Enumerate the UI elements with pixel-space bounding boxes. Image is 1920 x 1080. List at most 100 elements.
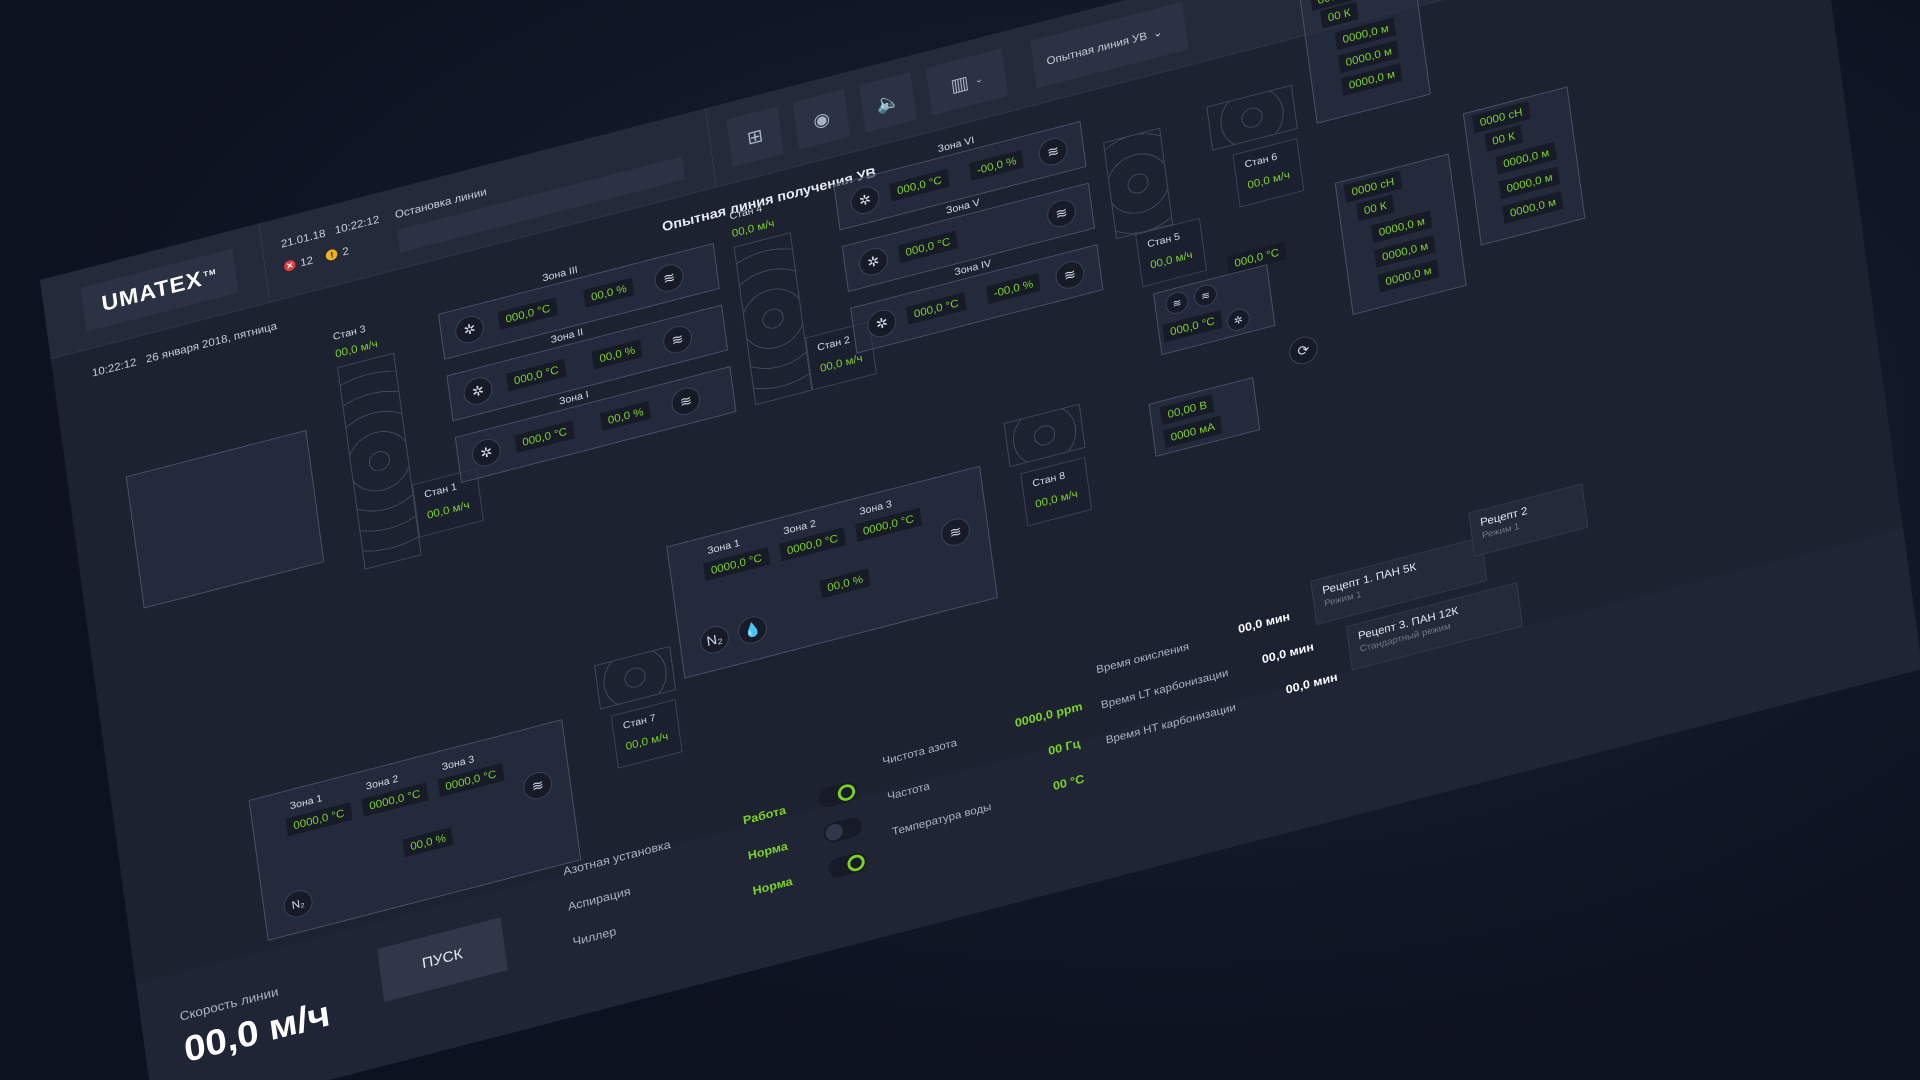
zone-temp: 000,0 °C — [514, 420, 575, 454]
heater-icon[interactable]: ≋ — [1164, 289, 1190, 317]
zone-pct: -00,0 % — [969, 149, 1025, 181]
fan-icon[interactable]: ✲ — [848, 183, 882, 218]
camera-button[interactable]: ◉ — [792, 89, 851, 150]
warning-icon: ! — [325, 248, 339, 262]
winder-top[interactable]: 0000 сН 00 К 0000,0 м 0000,0 м 0000,0 м — [1298, 0, 1431, 124]
sound-button[interactable]: 🔈 — [859, 71, 917, 133]
heater-icon[interactable]: ≋ — [661, 322, 694, 357]
winder-mid[interactable]: 0000 сН 00 К 0000,0 м 0000,0 м 0000,0 м — [1334, 153, 1467, 315]
logo: UMATEXTM — [100, 266, 217, 317]
stand-7[interactable]: Стан 7 00,0 м/ч — [610, 699, 683, 769]
nitrogen-icon[interactable]: N₂ — [698, 622, 731, 657]
camera-icon: ◉ — [811, 108, 832, 132]
stand-6[interactable]: Стан 6 00,0 м/ч — [1232, 137, 1305, 208]
heater-icon[interactable]: ≋ — [1053, 258, 1086, 292]
zone-temp: 000,0 °C — [889, 169, 950, 202]
stand-8[interactable]: Стан 8 00,0 м/ч — [1020, 456, 1093, 527]
heater-icon[interactable]: ≋ — [939, 515, 972, 550]
zone-pct: 00,0 % — [600, 400, 652, 432]
fan-icon[interactable]: ✲ — [453, 312, 486, 347]
error-badge[interactable]: ✕ 12 — [283, 254, 314, 274]
window-button[interactable]: ⊞ — [726, 106, 784, 167]
electrolysis-bath[interactable]: 00,00 В 0000 мА — [1148, 377, 1261, 457]
stand-7-label: Стан 7 — [622, 712, 657, 732]
heater-icon[interactable]: ≋ — [653, 261, 686, 295]
window-icon: ⊞ — [745, 125, 765, 149]
stand-7-speed: 00,0 м/ч — [624, 729, 669, 753]
furnace-pct: 00,0 % — [402, 827, 454, 858]
zone-temp: 000,0 °C — [497, 297, 558, 330]
error-icon: ✕ — [283, 258, 297, 273]
chevron-down-icon: ⌄ — [1151, 25, 1164, 41]
divider — [258, 223, 271, 303]
line-selector[interactable]: Опытная линия УВ ⌄ — [1030, 1, 1189, 89]
stand-6-label: Стан 6 — [1244, 151, 1278, 171]
recipe-card[interactable]: Рецепт 2 Режим 1 — [1468, 483, 1589, 557]
logo-box[interactable]: UMATEXTM — [80, 248, 239, 332]
stand-7-rollers[interactable] — [594, 645, 677, 710]
furnace-pct: 00,0 % — [819, 568, 871, 599]
lt-carbonization-furnace[interactable]: Зона 1 Зона 2 Зона 3 0000,0 °C 0000,0 °C… — [666, 465, 998, 679]
chevron-down-icon: ⌄ — [973, 72, 984, 86]
stand-3-rollers[interactable] — [337, 352, 422, 570]
stand-8-rollers[interactable] — [1003, 403, 1086, 468]
fan-icon[interactable]: ✲ — [470, 435, 503, 470]
rotate-icon[interactable]: ⟳ — [1287, 333, 1320, 368]
speaker-icon: 🔈 — [874, 89, 902, 116]
fan-icon[interactable]: ✲ — [857, 244, 890, 279]
fan-icon[interactable]: ✲ — [461, 374, 495, 409]
stand-5-speed: 00,0 м/ч — [1149, 248, 1194, 272]
winder-right[interactable]: 0000 сН 00 К 0000,0 м 0000,0 м 0000,0 м — [1462, 86, 1586, 246]
stand-2-speed: 00,0 м/ч — [819, 351, 864, 375]
zone-label: Зона 2 — [782, 518, 817, 538]
start-button[interactable]: ПУСК — [377, 917, 508, 1002]
stand-8-label: Стан 8 — [1031, 470, 1066, 490]
zone-temp: 000,0 °C — [506, 358, 567, 392]
zone-temp: 000,0 °C — [906, 292, 967, 325]
chart-icon: ▥ — [949, 72, 971, 97]
header-datetime: 21.01.18 10:22:12 — [280, 212, 381, 251]
tension-value: 0000 сН — [1343, 170, 1403, 203]
time-name: Время окисления — [1095, 639, 1190, 677]
warning-badge[interactable]: ! 2 — [325, 244, 350, 262]
time-value: 00,0 мин — [1261, 639, 1315, 667]
nitrogen-icon[interactable]: N₂ — [282, 887, 315, 921]
heater-icon[interactable]: ≋ — [521, 768, 554, 803]
stand-5-rollers[interactable] — [1103, 127, 1174, 240]
stand-1-speed: 00,0 м/ч — [426, 498, 471, 522]
zone-label: Зона III — [541, 264, 579, 285]
hmi-screen: UMATEXTM 21.01.18 10:22:12 ✕ 12 ! 2 Остано… — [40, 0, 1920, 1080]
zone-label: Зона VI — [937, 134, 975, 155]
drop-icon[interactable]: 💧 — [736, 613, 769, 647]
creel-frame[interactable] — [125, 429, 325, 609]
heater-icon[interactable]: ≋ — [1037, 134, 1070, 169]
zone-temp: 000,0 °C — [897, 230, 958, 264]
zone-pct: 00,0 % — [583, 277, 635, 308]
charts-dropdown[interactable]: ▥ ⌄ — [925, 48, 1009, 116]
divider — [705, 108, 717, 188]
stand-6-speed: 00,0 м/ч — [1246, 168, 1291, 192]
treatment-temp: 000,0 °C — [1162, 309, 1223, 343]
zone-label: Зона 3 — [858, 498, 893, 518]
heater-icon[interactable]: ≋ — [1192, 282, 1219, 310]
stand-8-speed: 00,0 м/ч — [1034, 487, 1079, 511]
fan-icon[interactable]: ✲ — [1225, 306, 1252, 334]
param-value: 0000,0 ppm — [1014, 699, 1084, 730]
param-name: Чистота азота — [881, 736, 958, 768]
heater-icon[interactable]: ≋ — [669, 384, 702, 419]
stand-4-rollers[interactable] — [733, 232, 813, 406]
zone-label: Зона 1 — [289, 793, 323, 813]
zone-label: Зона 2 — [365, 773, 399, 793]
fan-icon[interactable]: ✲ — [865, 306, 898, 341]
tension-value: 0000 сН — [1472, 101, 1531, 134]
stand-5-label: Стан 5 — [1146, 231, 1181, 251]
zone-pct: 00,0 % — [591, 339, 643, 370]
time-value: 00,0 мин — [1237, 609, 1291, 636]
stand-1-label: Стан 1 — [423, 481, 458, 501]
display: UMATEXTM 21.01.18 10:22:12 ✕ 12 ! 2 Остано… — [0, 0, 1920, 1080]
heater-icon[interactable]: ≋ — [1045, 196, 1078, 231]
alarm-badges[interactable]: ✕ 12 ! 2 — [283, 244, 350, 274]
stand-2-label: Стан 2 — [816, 334, 851, 354]
zone-pct: -00,0 % — [985, 272, 1041, 305]
time-name: Время LT карбонизации — [1100, 666, 1230, 712]
